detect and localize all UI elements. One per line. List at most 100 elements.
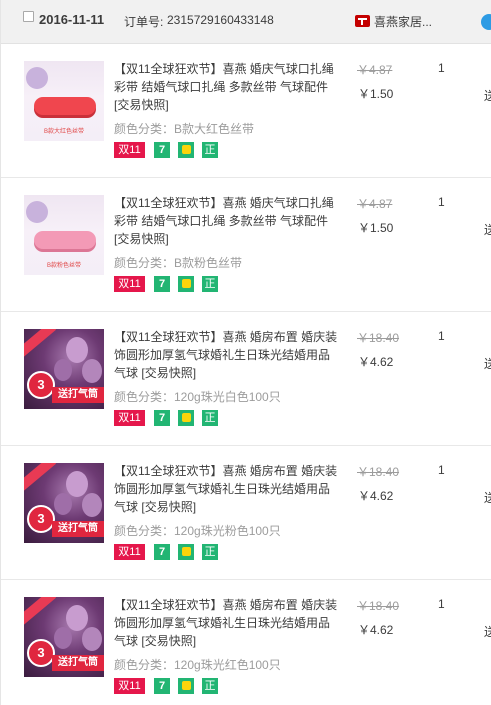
order-date: 2016-11-11 [39, 12, 105, 27]
order-item: 3 送打气筒 【双11全球狂欢节】喜燕 婚房布置 婚庆装饰圆形加厚氢气球婚礼生日… [1, 312, 491, 446]
unit-price: ￥1.50 [358, 221, 394, 235]
product-title[interactable]: 【双11全球狂欢节】喜燕 婚房布置 婚庆装饰圆形加厚氢气球婚礼生日珠光结婚用品气… [114, 328, 340, 382]
item-action-link[interactable]: 送 [484, 221, 491, 238]
quantity: 1 [438, 195, 445, 209]
trade-snapshot-link[interactable]: [交易快照] [114, 232, 169, 246]
promo-badge: 3 [27, 639, 55, 667]
double11-badge[interactable]: 双11 [114, 544, 145, 560]
product-title[interactable]: 【双11全球狂欢节】喜燕 婚庆气球口扎绳 彩带 结婚气球口扎绳 多款丝带 气球配… [114, 60, 340, 114]
balloon-shape [54, 493, 72, 515]
seven-day-return-icon[interactable]: 7 [154, 142, 170, 158]
product-title-text[interactable]: 【双11全球狂欢节】喜燕 婚庆气球口扎绳 彩带 结婚气球口扎绳 多款丝带 气球配… [114, 196, 334, 228]
shipping-icon[interactable] [178, 276, 194, 292]
seven-day-return-icon[interactable]: 7 [154, 678, 170, 694]
balloon-shape [66, 337, 88, 363]
unit-price: ￥4.62 [358, 355, 394, 369]
quantity: 1 [438, 329, 445, 343]
product-image[interactable]: 3 送打气筒 [24, 463, 104, 543]
original-price: ￥4.87 [357, 197, 393, 211]
genuine-icon[interactable]: 正 [202, 276, 218, 292]
corner-ribbon [24, 597, 57, 626]
chat-icon[interactable] [481, 14, 491, 30]
sku-info: 颜色分类：120g珠光粉色100只 [114, 524, 281, 538]
original-price: ￥18.40 [357, 599, 400, 613]
product-title[interactable]: 【双11全球狂欢节】喜燕 婚房布置 婚庆装饰圆形加厚氢气球婚礼生日珠光结婚用品气… [114, 462, 340, 516]
quantity: 1 [438, 463, 445, 477]
balloon-shape [66, 471, 88, 497]
sku-info: 颜色分类：120g珠光白色100只 [114, 390, 281, 404]
seven-day-return-icon[interactable]: 7 [154, 544, 170, 560]
genuine-icon[interactable]: 正 [202, 678, 218, 694]
genuine-icon[interactable]: 正 [202, 142, 218, 158]
balloon-shape [82, 627, 102, 651]
trade-snapshot-link[interactable]: [交易快照] [141, 634, 196, 648]
order-item: B款粉色丝带 【双11全球狂欢节】喜燕 婚庆气球口扎绳 彩带 结婚气球口扎绳 多… [1, 178, 491, 312]
shipping-icon[interactable] [178, 142, 194, 158]
item-action-link[interactable]: 送 [484, 355, 491, 372]
product-title-text[interactable]: 【双11全球狂欢节】喜燕 婚庆气球口扎绳 彩带 结婚气球口扎绳 多款丝带 气球配… [114, 62, 334, 94]
balloon-shape [66, 605, 88, 631]
balloon-shape [82, 359, 102, 383]
double11-badge[interactable]: 双11 [114, 410, 145, 426]
promo-badge: 3 [27, 505, 55, 533]
order-item: 3 送打气筒 【双11全球狂欢节】喜燕 婚房布置 婚庆装饰圆形加厚氢气球婚礼生日… [1, 580, 491, 705]
sku-info: 颜色分类：120g珠光红色100只 [114, 658, 281, 672]
tmall-icon [355, 15, 370, 27]
shop-name-link[interactable]: 喜燕家居... [374, 13, 432, 30]
balloon-shape [82, 493, 102, 517]
original-price: ￥18.40 [357, 465, 400, 479]
unit-price: ￥4.62 [358, 623, 394, 637]
order-select-checkbox[interactable] [23, 11, 34, 22]
balloon-shape [54, 627, 72, 649]
shipping-icon[interactable] [178, 410, 194, 426]
promo-badge: 3 [27, 371, 55, 399]
item-action-link[interactable]: 送 [484, 87, 491, 104]
product-image[interactable]: B款大红色丝带 [24, 61, 104, 141]
shipping-icon[interactable] [178, 678, 194, 694]
promo-text: 送打气筒 [52, 387, 104, 403]
genuine-icon[interactable]: 正 [202, 544, 218, 560]
unit-price: ￥1.50 [358, 87, 394, 101]
flower-decoration [26, 201, 48, 223]
double11-badge[interactable]: 双11 [114, 678, 145, 694]
order-item: B款大红色丝带 【双11全球狂欢节】喜燕 婚庆气球口扎绳 彩带 结婚气球口扎绳 … [1, 44, 491, 178]
original-price: ￥18.40 [357, 331, 400, 345]
order-header: 2016-11-11 订单号: 2315729160433148 喜燕家居... [1, 0, 491, 44]
order-number-label: 订单号: [124, 15, 164, 29]
quantity: 1 [438, 61, 445, 75]
promo-text: 送打气筒 [52, 655, 104, 671]
balloon-shape [54, 359, 72, 381]
product-title[interactable]: 【双11全球狂欢节】喜燕 婚房布置 婚庆装饰圆形加厚氢气球婚礼生日珠光结婚用品气… [114, 596, 340, 650]
double11-badge[interactable]: 双11 [114, 142, 145, 158]
seven-day-return-icon[interactable]: 7 [154, 410, 170, 426]
sku-info: 颜色分类：B款粉色丝带 [114, 256, 243, 270]
shipping-icon[interactable] [178, 544, 194, 560]
product-image[interactable]: 3 送打气筒 [24, 329, 104, 409]
image-caption: B款粉色丝带 [46, 263, 81, 269]
order-item: 3 送打气筒 【双11全球狂欢节】喜燕 婚房布置 婚庆装饰圆形加厚氢气球婚礼生日… [1, 446, 491, 580]
trade-snapshot-link[interactable]: [交易快照] [114, 98, 169, 112]
double11-badge[interactable]: 双11 [114, 276, 145, 292]
original-price: ￥4.87 [357, 63, 393, 77]
trade-snapshot-link[interactable]: [交易快照] [141, 366, 196, 380]
seven-day-return-icon[interactable]: 7 [154, 276, 170, 292]
promo-text: 送打气筒 [52, 521, 104, 537]
flower-decoration [26, 67, 48, 89]
item-action-link[interactable]: 送 [484, 489, 491, 506]
sku-info: 颜色分类：B款大红色丝带 [114, 122, 255, 136]
ribbon-spool [34, 97, 96, 115]
genuine-icon[interactable]: 正 [202, 410, 218, 426]
item-action-link[interactable]: 送 [484, 623, 491, 640]
product-image[interactable]: B款粉色丝带 [24, 195, 104, 275]
image-caption: B款大红色丝带 [43, 129, 84, 135]
ribbon-spool [34, 231, 96, 249]
unit-price: ￥4.62 [358, 489, 394, 503]
order-number: 2315729160433148 [167, 13, 274, 27]
trade-snapshot-link[interactable]: [交易快照] [141, 500, 196, 514]
corner-ribbon [24, 329, 57, 358]
product-title[interactable]: 【双11全球狂欢节】喜燕 婚庆气球口扎绳 彩带 结婚气球口扎绳 多款丝带 气球配… [114, 194, 340, 248]
product-image[interactable]: 3 送打气筒 [24, 597, 104, 677]
corner-ribbon [24, 463, 57, 492]
order-card: 2016-11-11 订单号: 2315729160433148 喜燕家居...… [0, 0, 491, 705]
quantity: 1 [438, 597, 445, 611]
